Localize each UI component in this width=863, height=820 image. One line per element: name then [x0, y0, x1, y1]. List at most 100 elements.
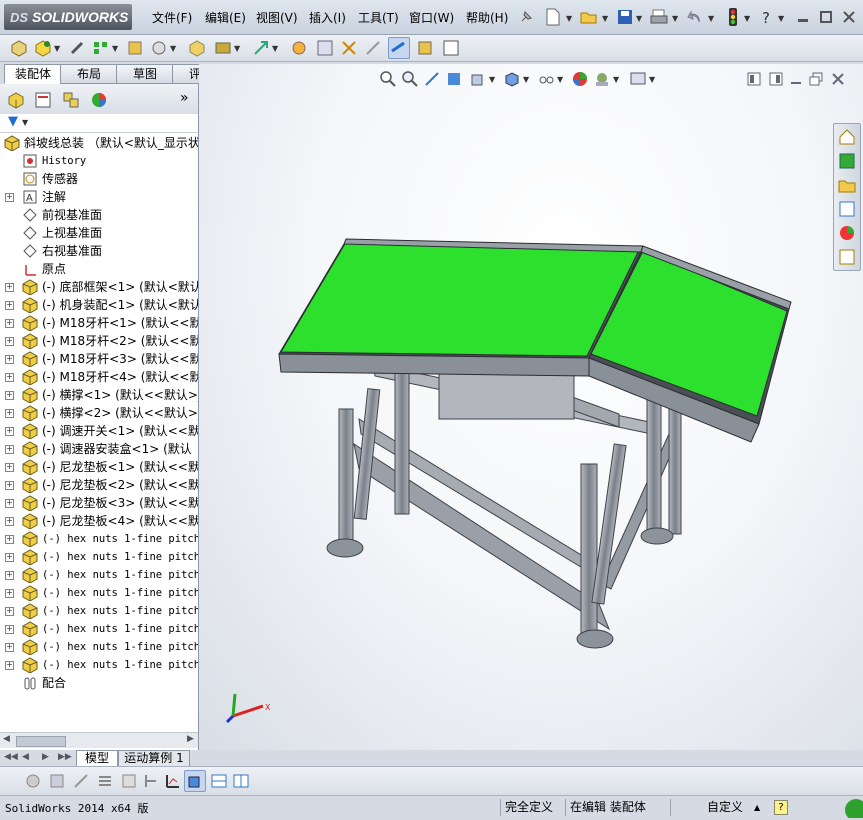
- tree-item[interactable]: + (-) 调速开关<1> (默认<<默认: [0, 422, 198, 440]
- expand-icon[interactable]: +: [5, 625, 14, 634]
- menu-window[interactable]: 窗口(W): [409, 9, 454, 26]
- chevron-down-icon[interactable]: ▼: [744, 14, 750, 23]
- menu-file[interactable]: 文件(F): [152, 9, 192, 26]
- design-library-icon[interactable]: [837, 151, 857, 171]
- menu-view[interactable]: 视图(V): [256, 9, 298, 26]
- edit-component-icon[interactable]: [8, 37, 30, 59]
- save-icon[interactable]: [614, 6, 636, 28]
- key-points-icon[interactable]: [140, 770, 162, 792]
- motor-icon[interactable]: [70, 770, 92, 792]
- expand-icon[interactable]: +: [5, 553, 14, 562]
- explode-line-sketch-icon[interactable]: [362, 37, 384, 59]
- calculate-icon[interactable]: [22, 770, 44, 792]
- smart-fasteners-icon[interactable]: [124, 37, 146, 59]
- chevron-down-icon[interactable]: ▼: [272, 44, 278, 53]
- chevron-down-icon[interactable]: ▼: [54, 44, 60, 53]
- new-document-icon[interactable]: [542, 6, 564, 28]
- tree-item[interactable]: + (-) 调速器安装盒<1> (默认: [0, 440, 198, 458]
- tree-item[interactable]: 原点: [0, 260, 198, 278]
- expand-icon[interactable]: +: [5, 517, 14, 526]
- chevron-down-icon[interactable]: ▼: [112, 44, 118, 53]
- tree-item[interactable]: + (-) 底部框架<1> (默认<默认: [0, 278, 198, 296]
- expand-icon[interactable]: +: [5, 373, 14, 382]
- expand-icon[interactable]: +: [5, 535, 14, 544]
- restore-icon[interactable]: [815, 6, 837, 28]
- 3d-view-icon[interactable]: [184, 770, 206, 792]
- expand-icon[interactable]: +: [5, 409, 14, 418]
- scroll-right-icon[interactable]: ▶: [187, 734, 194, 744]
- expand-icon[interactable]: +: [5, 481, 14, 490]
- tree-root-assembly[interactable]: 斜坡线总装 （默认<默认_显示状: [0, 134, 198, 152]
- mate-icon[interactable]: [66, 37, 88, 59]
- print-icon[interactable]: [648, 6, 670, 28]
- tab-layout[interactable]: 布局: [60, 64, 118, 84]
- rebuild-traffic-light-icon[interactable]: [722, 6, 744, 28]
- graphics-area[interactable]: ▼ ▼ ▼ ▼ ▼ X: [199, 64, 863, 750]
- property-manager-icon[interactable]: [32, 89, 54, 111]
- exploded-view-icon[interactable]: [338, 37, 360, 59]
- filter-icon[interactable]: ▼: [8, 114, 18, 129]
- chevron-down-icon[interactable]: ▼: [708, 14, 714, 23]
- prev-tab-icon[interactable]: ◀: [22, 752, 29, 762]
- tab-sketch[interactable]: 草图: [116, 64, 174, 84]
- menu-edit[interactable]: 编辑(E): [205, 9, 246, 26]
- tree-item[interactable]: 上视基准面: [0, 224, 198, 242]
- tree-item[interactable]: + (-) hex nuts 1-fine pitch: [0, 548, 198, 566]
- tree-item[interactable]: + (-) 尼龙垫板<2> (默认<<默: [0, 476, 198, 494]
- tree-item[interactable]: + (-) 尼龙垫板<3> (默认<<默: [0, 494, 198, 512]
- expand-icon[interactable]: +: [5, 283, 14, 292]
- reference-geometry-icon[interactable]: [250, 37, 272, 59]
- list-view-icon[interactable]: [94, 770, 116, 792]
- chevron-down-icon[interactable]: ▼: [234, 44, 240, 53]
- status-help-icon[interactable]: ?: [774, 800, 788, 815]
- tree-item[interactable]: 前视基准面: [0, 206, 198, 224]
- tree-item[interactable]: + (-) 尼龙垫板<4> (默认<<默: [0, 512, 198, 530]
- first-tab-icon[interactable]: ◀◀: [4, 752, 18, 762]
- scrollbar-thumb[interactable]: [16, 736, 66, 747]
- animation-wizard-icon[interactable]: [46, 770, 68, 792]
- pin-icon[interactable]: [515, 6, 537, 28]
- tab-assembly[interactable]: 装配体: [4, 64, 62, 84]
- split-horizontal-icon[interactable]: [208, 770, 230, 792]
- tree-item[interactable]: + (-) M18牙杆<2> (默认<<默认: [0, 332, 198, 350]
- tree-item[interactable]: + (-) hex nuts 1-fine pitch: [0, 656, 198, 674]
- tree-item[interactable]: + (-) 横撑<1> (默认<<默认>_: [0, 386, 198, 404]
- chevron-down-icon[interactable]: ▼: [566, 14, 572, 23]
- menu-insert[interactable]: 插入(I): [309, 9, 346, 26]
- expand-icon[interactable]: +: [5, 337, 14, 346]
- expand-icon[interactable]: +: [5, 301, 14, 310]
- bill-of-materials-icon[interactable]: [314, 37, 336, 59]
- chevron-down-icon[interactable]: ▼: [602, 14, 608, 23]
- tree-item[interactable]: + (-) M18牙杆<4> (默认<<默认: [0, 368, 198, 386]
- chevron-down-icon[interactable]: ▼: [778, 14, 784, 23]
- menu-tools[interactable]: 工具(T): [358, 9, 399, 26]
- file-explorer-icon[interactable]: [837, 175, 857, 195]
- chevron-down-icon[interactable]: ▼: [672, 14, 678, 23]
- assembly-features-icon[interactable]: [212, 37, 234, 59]
- appearances-icon[interactable]: [837, 223, 857, 243]
- minimize-icon[interactable]: [792, 6, 814, 28]
- show-hidden-icon[interactable]: [186, 37, 208, 59]
- solidworks-resources-icon[interactable]: [837, 127, 857, 147]
- tree-item[interactable]: + A 注解: [0, 188, 198, 206]
- tree-item[interactable]: + (-) 横撑<2> (默认<<默认>_: [0, 404, 198, 422]
- open-folder-icon[interactable]: [578, 6, 600, 28]
- solidworks-logo[interactable]: DS SOLIDWORKS: [4, 4, 132, 30]
- expand-icon[interactable]: +: [5, 427, 14, 436]
- menu-help[interactable]: 帮助(H): [466, 9, 508, 26]
- move-component-icon[interactable]: [148, 37, 170, 59]
- help-icon[interactable]: ?: [756, 6, 778, 28]
- expand-icon[interactable]: +: [5, 589, 14, 598]
- chevron-down-icon[interactable]: ▼: [170, 44, 176, 53]
- expand-icon[interactable]: +: [5, 571, 14, 580]
- tree-item[interactable]: 配合: [0, 674, 198, 692]
- expand-icon[interactable]: +: [5, 499, 14, 508]
- expand-icon[interactable]: +: [5, 445, 14, 454]
- instant3d-icon[interactable]: [388, 37, 410, 59]
- split-vertical-icon[interactable]: [230, 770, 252, 792]
- speedpak-icon[interactable]: [414, 37, 436, 59]
- conveyor-assembly-model[interactable]: [199, 64, 863, 750]
- feature-manager-tree-icon[interactable]: [5, 89, 27, 111]
- undo-icon[interactable]: [684, 6, 706, 28]
- expand-icon[interactable]: +: [5, 607, 14, 616]
